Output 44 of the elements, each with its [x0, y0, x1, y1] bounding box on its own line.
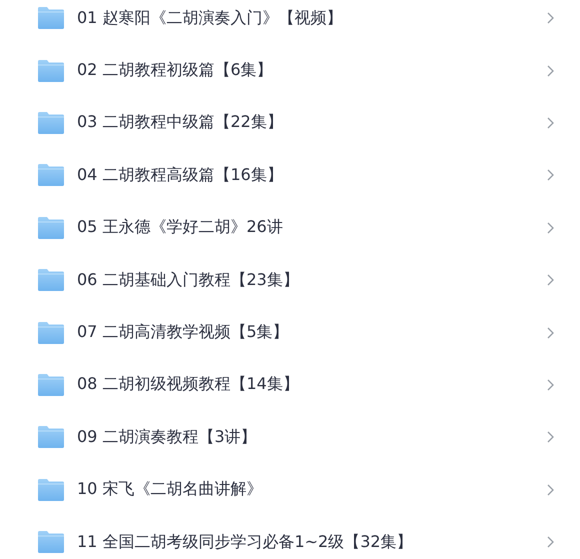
- folder-icon: [38, 7, 64, 30]
- folder-name: 10 宋飞《二胡名曲讲解》: [77, 479, 264, 500]
- folder-name: 11 全国二胡考级同步学习必备1~2级【32集】: [77, 532, 414, 553]
- folder-icon: [38, 60, 64, 82]
- chevron-right-icon: [547, 222, 554, 234]
- folder-icon: [38, 426, 64, 448]
- chevron-right-icon: [547, 431, 554, 444]
- folder-icon: [38, 478, 64, 501]
- folder-icon: [38, 216, 64, 239]
- folder-row[interactable]: 04 二胡教程高级篇【16集】: [0, 149, 580, 202]
- folder-name: 05 王永德《学好二胡》26讲: [77, 217, 284, 238]
- folder-name: 09 二胡演奏教程【3讲】: [77, 426, 258, 448]
- folder-row[interactable]: 01 赵寒阳《二胡演奏入门》【视频】: [0, 0, 580, 44]
- chevron-right-icon: [547, 116, 554, 129]
- folder-name: 04 二胡教程高级篇【16集】: [77, 164, 284, 186]
- folder-name: 08 二胡初级视频教程【14集】: [77, 374, 300, 396]
- folder-name: 06 二胡基础入门教程【23集】: [77, 270, 300, 291]
- folder-icon: [38, 374, 64, 396]
- folder-row[interactable]: 07 二胡高清教学视频【5集】: [0, 306, 580, 359]
- folder-name: 03 二胡教程中级篇【22集】: [77, 112, 284, 134]
- folder-row[interactable]: 09 二胡演奏教程【3讲】: [0, 411, 580, 464]
- folder-icon: [38, 112, 64, 134]
- chevron-right-icon: [547, 169, 554, 182]
- chevron-right-icon: [547, 12, 554, 24]
- folder-row[interactable]: 11 全国二胡考级同步学习必备1~2级【32集】: [0, 516, 580, 559]
- chevron-right-icon: [547, 378, 554, 391]
- folder-row[interactable]: 02 二胡教程初级篇【6集】: [0, 44, 580, 97]
- chevron-right-icon: [547, 536, 554, 548]
- folder-icon: [38, 164, 64, 186]
- folder-row[interactable]: 08 二胡初级视频教程【14集】: [0, 358, 580, 412]
- chevron-right-icon: [547, 274, 554, 286]
- folder-icon: [38, 269, 64, 292]
- chevron-right-icon: [547, 484, 554, 496]
- folder-icon: [38, 531, 64, 554]
- folder-name: 07 二胡高清教学视频【5集】: [77, 322, 290, 344]
- folder-name: 01 赵寒阳《二胡演奏入门》【视频】: [77, 8, 344, 29]
- folder-row[interactable]: 10 宋飞《二胡名曲讲解》: [0, 464, 580, 516]
- folder-name: 02 二胡教程初级篇【6集】: [77, 60, 274, 82]
- chevron-right-icon: [547, 64, 554, 77]
- folder-icon: [38, 322, 64, 344]
- folder-row[interactable]: 05 王永德《学好二胡》26讲: [0, 202, 580, 254]
- folder-row[interactable]: 06 二胡基础入门教程【23集】: [0, 254, 580, 306]
- folder-row[interactable]: 03 二胡教程中级篇【22集】: [0, 96, 580, 150]
- chevron-right-icon: [547, 326, 554, 339]
